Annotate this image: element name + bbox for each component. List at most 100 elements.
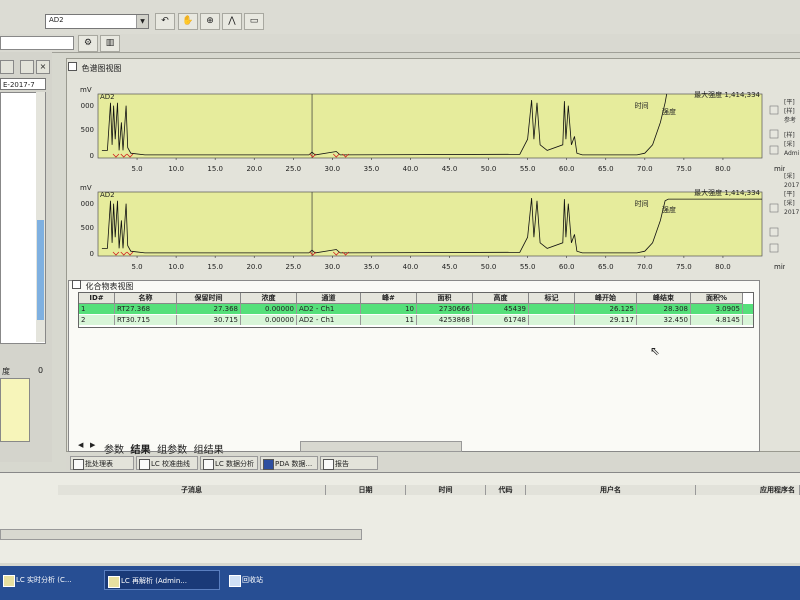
chart-side-button[interactable] xyxy=(769,203,779,213)
peak-icon[interactable]: ⋀ xyxy=(222,13,242,30)
chromatogram-view-header: 色谱图视图 xyxy=(68,62,122,74)
y-tick-label: 0 xyxy=(90,152,94,160)
tab-scroll-left-icon[interactable]: ◀ xyxy=(78,441,90,451)
pda-data-button[interactable]: PDA 数据... xyxy=(260,456,318,470)
button-label: 批处理表 xyxy=(85,460,113,468)
x-tick-label: 25.0 xyxy=(285,263,301,271)
x-tick-label: 30.0 xyxy=(325,165,341,173)
table-cell: RT30.715 xyxy=(115,315,177,325)
chart-icon[interactable]: ▥ xyxy=(100,35,120,52)
tab-parameters[interactable]: 参数 xyxy=(104,441,124,456)
channel-label: AD2 xyxy=(100,191,115,199)
chromatogram-chart-1[interactable]: mV AD2 1000 500 0 5.0 10.0 15.0 20.0 25.0 30.0 35.0… xyxy=(80,86,785,178)
time-label: 时间 xyxy=(635,101,649,110)
x-tick-label: 80.0 xyxy=(715,263,731,271)
chromatogram-chart-2[interactable]: mV AD2 1000 500 0 5.0 10.0 15.0 20.0 25.0 30.0 35.0… xyxy=(80,184,785,276)
taskbar: LC 实时分析 (C... LC 再解析 (Admin... 回收站 xyxy=(0,566,800,600)
task-recycle-bin[interactable]: 回收站 xyxy=(226,570,296,590)
right-label: 2017 xyxy=(784,209,800,216)
chart-side-button[interactable] xyxy=(769,243,779,253)
window-icon[interactable]: ▭ xyxy=(244,13,264,30)
table-row[interactable]: 1 RT27.368 27.368 0.00000 AD2 - Ch1 10 2730666… xyxy=(79,304,753,314)
curve-icon xyxy=(139,459,150,470)
report-icon xyxy=(323,459,334,470)
left-field[interactable] xyxy=(0,36,74,50)
message-scrollbar[interactable] xyxy=(0,529,362,540)
plot-area[interactable] xyxy=(97,93,763,159)
intensity-label: 强度 xyxy=(662,107,676,116)
table-header[interactable]: 面积 xyxy=(417,293,473,304)
y-tick-label: 1000 xyxy=(80,102,94,110)
left-label-b: 0 xyxy=(38,366,44,375)
date-field[interactable]: E-2017-7 xyxy=(0,78,46,90)
tab-group-results[interactable]: 组结果 xyxy=(194,441,224,456)
collapse-icon[interactable] xyxy=(72,280,81,289)
table-cell: 0.00000 xyxy=(241,315,297,325)
channel-select[interactable]: AD2 ▼ xyxy=(45,14,149,29)
y-tick-label: 500 xyxy=(81,224,94,232)
calibration-curve-button[interactable]: LC 校准曲线 xyxy=(136,456,198,470)
table-header[interactable]: 通道 xyxy=(297,293,361,304)
chart-side-button[interactable] xyxy=(769,227,779,237)
x-tick-label: 5.0 xyxy=(131,165,142,173)
x-tick-label: 50.0 xyxy=(481,165,497,173)
batch-table-button[interactable]: 批处理表 xyxy=(70,456,134,470)
table-cell: 28.308 xyxy=(637,304,691,314)
table-header[interactable]: 峰结束 xyxy=(637,293,691,304)
tab-scroll-right-icon[interactable]: ▶ xyxy=(90,441,102,451)
x-tick-label: 10.0 xyxy=(168,263,184,271)
button-label: PDA 数据... xyxy=(275,460,313,468)
collapse-icon[interactable] xyxy=(68,62,77,71)
hand-tool-icon[interactable]: ✋ xyxy=(178,13,198,30)
close-icon[interactable]: × xyxy=(36,60,50,74)
table-cell: 45439 xyxy=(473,304,529,314)
task-label: LC 再解析 (Admin... xyxy=(121,577,187,585)
x-tick-label: 70.0 xyxy=(637,165,653,173)
x-tick-label: 20.0 xyxy=(246,165,262,173)
table-header[interactable]: 面积% xyxy=(691,293,743,304)
table-cell: 27.368 xyxy=(177,304,241,314)
data-analysis-button[interactable]: LC 数据分析 xyxy=(200,456,258,470)
horizontal-scrollbar[interactable] xyxy=(300,441,462,452)
x-tick-label: 75.0 xyxy=(676,165,692,173)
x-tick-label: 15.0 xyxy=(207,165,223,173)
x-tick-label: 45.0 xyxy=(442,165,458,173)
task-lc-reanalysis[interactable]: LC 再解析 (Admin... xyxy=(104,570,220,590)
chart-side-button[interactable] xyxy=(769,129,779,139)
table-header[interactable]: 标记 xyxy=(529,293,575,304)
x-tick-label: 15.0 xyxy=(207,263,223,271)
tool-icon[interactable]: ⚙ xyxy=(78,35,98,52)
panel-minimize-icon[interactable] xyxy=(0,60,14,74)
right-label: [采] xyxy=(784,200,795,207)
table-cell: 4253868 xyxy=(417,315,473,325)
undo-icon[interactable]: ↶ xyxy=(155,13,175,30)
zoom-icon[interactable]: ⊕ xyxy=(200,13,220,30)
x-tick-label: 40.0 xyxy=(403,165,419,173)
x-tick-label: 55.0 xyxy=(520,263,536,271)
chevron-down-icon[interactable]: ▼ xyxy=(136,15,148,28)
y-unit-label: mV xyxy=(80,86,92,94)
right-label: [样] xyxy=(784,108,795,115)
table-header[interactable]: 峰开始 xyxy=(575,293,637,304)
table-header[interactable]: 保留时间 xyxy=(177,293,241,304)
report-button[interactable]: 报告 xyxy=(320,456,378,470)
chart-side-button[interactable] xyxy=(769,105,779,115)
chart-side-button[interactable] xyxy=(769,145,779,155)
chromatogram-view-title: 色谱图视图 xyxy=(81,64,122,73)
table-header[interactable]: ID# xyxy=(79,293,115,304)
table-header[interactable]: 浓度 xyxy=(241,293,297,304)
table-row[interactable]: 2 RT30.715 30.715 0.00000 AD2 - Ch1 11 4253868… xyxy=(79,315,753,325)
table-header[interactable]: 高度 xyxy=(473,293,529,304)
plot-area[interactable] xyxy=(97,191,763,257)
task-lc-realtime[interactable]: LC 实时分析 (C... xyxy=(0,570,100,590)
table-header[interactable]: 峰# xyxy=(361,293,417,304)
analysis-icon xyxy=(203,459,214,470)
table-cell: AD2 - Ch1 xyxy=(297,315,361,325)
tab-group-parameters[interactable]: 组参数 xyxy=(157,441,187,456)
table-header[interactable]: 名称 xyxy=(115,293,177,304)
panel-restore-icon[interactable] xyxy=(20,60,34,74)
tab-results[interactable]: 结果 xyxy=(131,441,151,456)
right-label: [采] xyxy=(784,173,795,180)
table-cell: 2730666 xyxy=(417,304,473,314)
left-scrollbar-thumb[interactable] xyxy=(37,220,44,320)
